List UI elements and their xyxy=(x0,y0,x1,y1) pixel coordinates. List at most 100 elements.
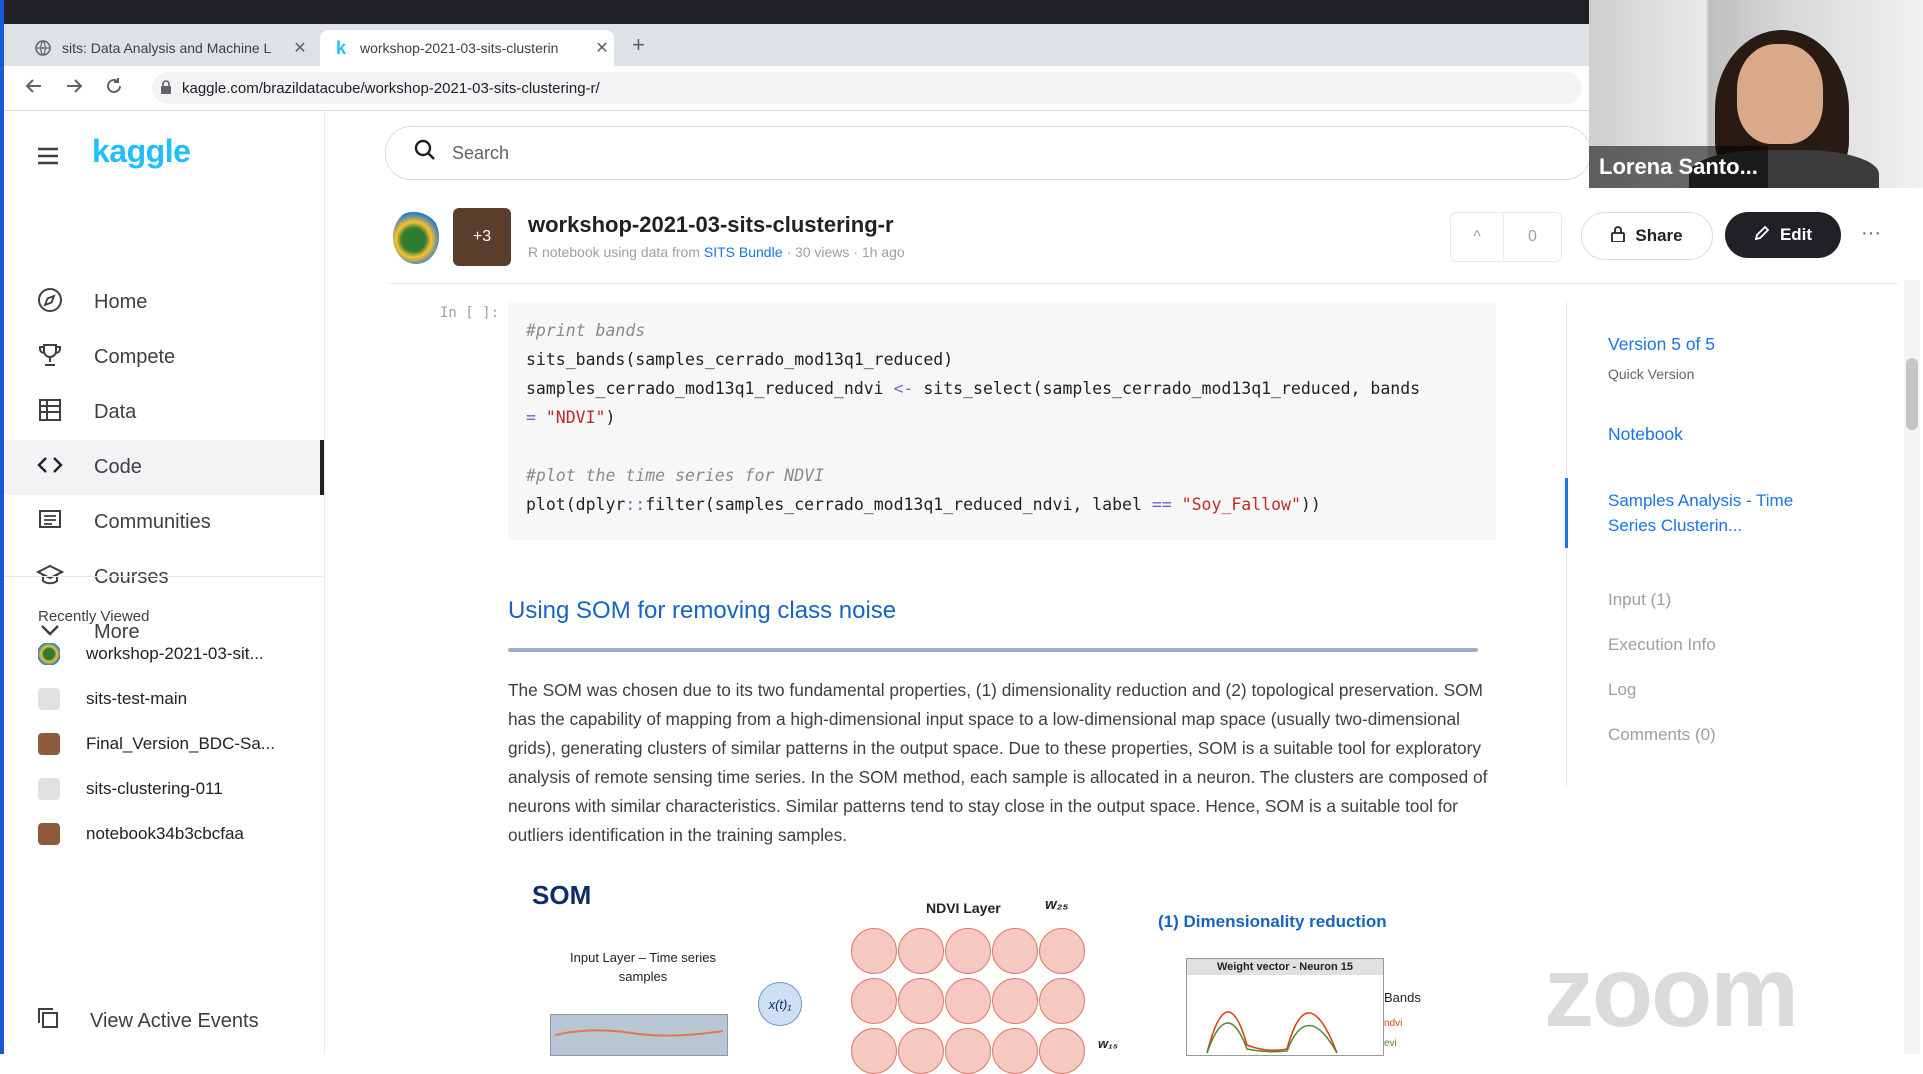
dimensionality-reduction-label: (1) Dimensionality reduction xyxy=(1158,912,1387,931)
nav-compete[interactable]: Compete xyxy=(4,330,324,385)
scrollbar-thumb[interactable] xyxy=(1906,358,1918,430)
recent-item-label: workshop-2021-03-sit... xyxy=(86,644,264,663)
cell-prompt: In [ ]: xyxy=(440,305,500,321)
subtitle-suffix: · 30 views · 1h ago xyxy=(786,244,905,260)
browser-tab-workshop[interactable]: k workshop-2021-03-sits-clusterin ✕ xyxy=(320,30,614,66)
legend-ndvi: ndvi xyxy=(1384,1018,1403,1029)
reload-icon[interactable] xyxy=(104,76,124,102)
author-avatar[interactable] xyxy=(393,210,439,264)
neuron xyxy=(992,1028,1038,1074)
toc-quick-version: Quick Version xyxy=(1608,366,1695,382)
hamburger-menu-icon[interactable] xyxy=(36,145,60,173)
search-icon xyxy=(414,139,436,167)
notebook-subtitle: R notebook using data from SITS Bundle ·… xyxy=(528,244,905,260)
browser-tab-sits[interactable]: sits: Data Analysis and Machine L ✕ xyxy=(22,30,312,66)
close-icon[interactable]: ✕ xyxy=(288,38,312,58)
participant-name: Lorena Santo... xyxy=(1589,146,1768,188)
nav-code-label: Code xyxy=(94,456,142,478)
section-paragraph: The SOM was chosen due to its two fundam… xyxy=(508,680,1488,845)
toc-section-samples[interactable]: Samples Analysis - Time Series Clusterin… xyxy=(1608,488,1808,538)
pencil-icon xyxy=(1754,225,1770,246)
weight-w25-label: w₂₅ xyxy=(1045,896,1069,913)
input-node: x(t)₁ xyxy=(758,982,802,1026)
kaggle-logo[interactable]: kaggle xyxy=(92,133,191,170)
section-heading: Using SOM for removing class noise xyxy=(508,597,897,624)
code-cell[interactable]: #print bands sits_bands(samples_cerrado_… xyxy=(508,302,1496,540)
code-line: samples_cerrado_mod13q1_reduced_ndvi <- … xyxy=(526,379,1421,398)
nav-code[interactable]: Code xyxy=(4,440,324,495)
more-options-button[interactable]: ··· xyxy=(1861,222,1881,245)
collaborators-avatar[interactable]: +3 xyxy=(453,208,511,266)
recent-item[interactable]: workshop-2021-03-sit... xyxy=(38,643,264,665)
recent-item[interactable]: Final_Version_BDC-Sa... xyxy=(38,733,275,755)
recent-item[interactable]: sits-clustering-011 xyxy=(38,778,223,800)
sidebar-divider xyxy=(4,576,324,577)
recent-item[interactable]: notebook34b3cbcfaa xyxy=(38,823,244,845)
nav-compete-label: Compete xyxy=(94,346,176,368)
tab-label: workshop-2021-03-sits-clusterin xyxy=(360,40,559,56)
back-arrow-icon[interactable] xyxy=(24,76,44,102)
notebook-thumb-icon xyxy=(38,778,60,800)
neuron xyxy=(992,928,1038,974)
view-active-events-label: View Active Events xyxy=(90,1009,259,1032)
nav-home-label: Home xyxy=(94,291,148,313)
toc-execution-info[interactable]: Execution Info xyxy=(1608,635,1716,655)
heading-rule xyxy=(508,648,1478,652)
recent-item[interactable]: sits-test-main xyxy=(38,688,187,710)
nav-communities[interactable]: Communities xyxy=(4,495,324,550)
dataset-link[interactable]: SITS Bundle xyxy=(704,244,783,260)
neuron xyxy=(851,978,897,1024)
code-comment: #plot the time series for NDVI xyxy=(526,466,825,485)
toc-comments[interactable]: Comments (0) xyxy=(1608,725,1716,745)
neuron xyxy=(1039,1028,1085,1074)
lock-icon xyxy=(1611,225,1626,247)
tab-label: sits: Data Analysis and Machine L xyxy=(62,40,272,56)
neuron xyxy=(992,978,1038,1024)
search-input[interactable]: Search xyxy=(385,126,1591,180)
neuron xyxy=(945,978,991,1024)
nav-courses-label: Courses xyxy=(94,566,169,588)
nav-data[interactable]: Data xyxy=(4,385,324,440)
upvote-widget: ^ 0 xyxy=(1450,212,1562,262)
upvote-button[interactable]: ^ xyxy=(1451,213,1504,261)
nav-home[interactable]: Home xyxy=(4,275,324,330)
ndvi-layer-label: NDVI Layer xyxy=(926,900,1001,916)
close-icon[interactable]: ✕ xyxy=(590,38,614,58)
new-tab-button[interactable]: + xyxy=(632,32,645,58)
toc-log[interactable]: Log xyxy=(1608,680,1636,700)
edit-button[interactable]: Edit xyxy=(1725,212,1841,258)
vote-count: 0 xyxy=(1528,228,1537,245)
notebook-thumb-icon xyxy=(38,643,60,665)
edit-label: Edit xyxy=(1779,225,1813,244)
compass-icon xyxy=(36,287,64,319)
url-field[interactable]: kaggle.com/brazildatacube/workshop-2021-… xyxy=(152,72,1582,104)
neuron xyxy=(898,1028,944,1074)
input-layer-label: Input Layer – Time series samples xyxy=(570,950,716,984)
browser-tab-strip: sits: Data Analysis and Machine L ✕ k wo… xyxy=(4,24,1589,66)
nav-courses[interactable]: Courses xyxy=(4,550,324,605)
notebook-thumb-icon xyxy=(38,823,60,845)
toc-version[interactable]: Version 5 of 5 xyxy=(1608,334,1715,355)
neuron xyxy=(1039,978,1085,1024)
forward-arrow-icon[interactable] xyxy=(64,76,84,102)
table-icon xyxy=(36,397,64,429)
subtitle-prefix: R notebook using data from xyxy=(528,244,700,260)
graduation-cap-icon xyxy=(35,562,65,594)
neuron xyxy=(898,928,944,974)
toc-input[interactable]: Input (1) xyxy=(1608,590,1671,610)
toc-notebook[interactable]: Notebook xyxy=(1608,424,1683,445)
recent-item-label: sits-test-main xyxy=(86,689,188,708)
share-button[interactable]: Share xyxy=(1581,212,1713,260)
recent-item-label: notebook34b3cbcfaa xyxy=(86,824,244,843)
recent-item-label: Final_Version_BDC-Sa... xyxy=(86,734,275,753)
neuron xyxy=(945,928,991,974)
view-active-events-link[interactable]: View Active Events xyxy=(36,1006,259,1036)
time-series-thumbnail xyxy=(550,1014,728,1056)
zoom-watermark: zoom xyxy=(1544,936,1799,1048)
notebook-thumb-icon xyxy=(38,688,60,710)
participant-video: Lorena Santo... xyxy=(1589,0,1923,188)
weight-w15-label: w₁₅ xyxy=(1098,1036,1118,1051)
code-icon xyxy=(36,452,64,484)
neuron xyxy=(1039,928,1085,974)
